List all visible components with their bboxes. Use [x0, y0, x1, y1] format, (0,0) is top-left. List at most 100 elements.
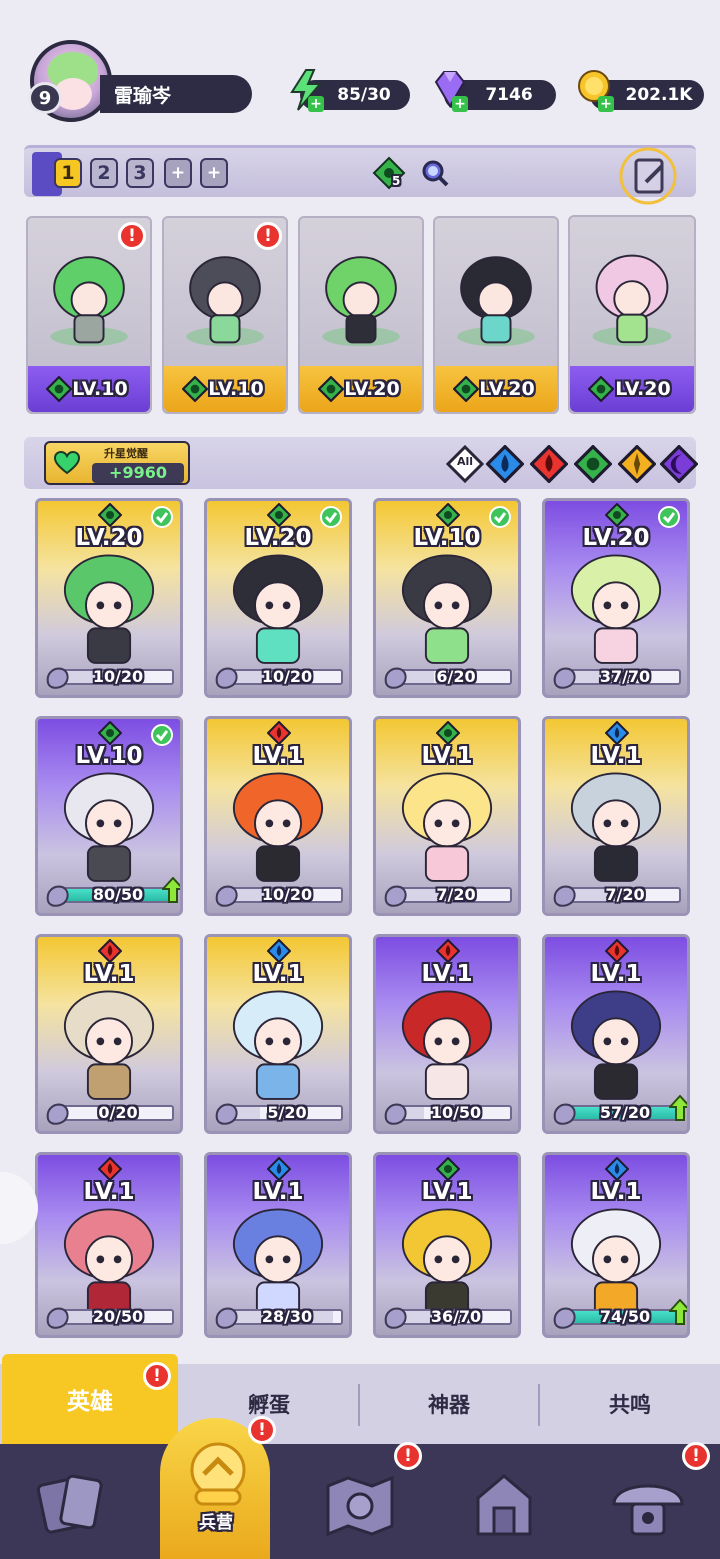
star-awaken-button[interactable]: 升星觉醒 +9960: [44, 441, 190, 485]
energy-value: 85/30: [337, 85, 391, 105]
upgrade-arrow-icon: [669, 1095, 687, 1121]
filter-dark[interactable]: [659, 444, 699, 484]
filter-fire[interactable]: [529, 444, 569, 484]
hero-level: LV.20: [244, 525, 312, 551]
water-element-icon: [604, 1156, 630, 1182]
hero-shard-progress: 28/30: [215, 1305, 345, 1329]
shard-progress-text: 6/20: [436, 667, 476, 686]
shard-progress-text: 10/20: [261, 885, 313, 904]
team-hero-level: LV.10: [72, 378, 128, 400]
nature-element-icon: [573, 444, 613, 484]
energy-counter[interactable]: + 85/30: [290, 69, 410, 112]
gold-value: 202.1K: [625, 85, 693, 105]
hero-card[interactable]: LV.1 57/20: [542, 934, 690, 1134]
filter-nature[interactable]: [573, 444, 613, 484]
shard-progress-text: 74/50: [599, 1307, 651, 1326]
gem-counter[interactable]: + 7146: [434, 71, 556, 112]
formation-book-icon[interactable]: [616, 146, 680, 206]
fire-element-icon: [266, 720, 292, 746]
hero-shard-progress: 7/20: [553, 883, 683, 907]
hero-card[interactable]: LV.20 10/20: [35, 498, 183, 698]
nav-barracks[interactable]: 兵营 !: [144, 1416, 288, 1559]
hero-card[interactable]: LV.1 0/20: [35, 934, 183, 1134]
awaken-label: 升星觉醒: [104, 447, 148, 460]
nav-cards[interactable]: [0, 1444, 144, 1559]
team-hero-card[interactable]: LV.20: [568, 215, 696, 414]
hero-card[interactable]: LV.1 10/20: [204, 716, 352, 916]
team-slot-1[interactable]: 1: [54, 158, 82, 188]
team-slot-add-1[interactable]: +: [164, 158, 192, 188]
hero-level: LV.1: [252, 743, 304, 769]
player-name: 雷瑜岑: [114, 84, 172, 107]
bottom-nav: 兵营 ! ! !: [0, 1416, 720, 1559]
hero-card[interactable]: LV.1 74/50: [542, 1152, 690, 1338]
tab-resonance[interactable]: 共鸣: [540, 1364, 720, 1444]
nature-element-icon: [435, 720, 461, 746]
upgrade-arrow-icon: [669, 1299, 687, 1325]
hero-card[interactable]: LV.20 10/20: [204, 498, 352, 698]
team-slot-3[interactable]: 3: [126, 158, 154, 188]
nav-mushroom[interactable]: !: [576, 1442, 720, 1559]
hero-level: LV.20: [582, 525, 650, 551]
nature-element-icon[interactable]: [372, 156, 406, 190]
nature-element-icon: [181, 375, 209, 403]
shard-progress-text: 0/20: [98, 1103, 138, 1122]
hero-level: LV.20: [75, 525, 143, 551]
filter-light[interactable]: [617, 444, 657, 484]
team-hero-card[interactable]: LV.20: [298, 216, 424, 414]
hero-shard-progress: 20/50: [46, 1305, 176, 1329]
filter-water[interactable]: [485, 444, 525, 484]
team-hero-card[interactable]: LV.10!: [162, 216, 288, 414]
shard-progress-text: 10/20: [261, 667, 313, 686]
team-hero-level: LV.20: [344, 378, 400, 400]
fire-element-icon: [97, 938, 123, 964]
hero-card[interactable]: LV.1 28/30: [204, 1152, 352, 1338]
tab-artifact[interactable]: 神器: [360, 1364, 538, 1444]
hero-shard-progress: 10/20: [215, 883, 345, 907]
energy-plus-icon[interactable]: +: [308, 96, 324, 112]
shard-progress-text: 28/30: [261, 1307, 313, 1326]
helmet-icon: [190, 1442, 246, 1506]
hero-portrait: [322, 256, 400, 347]
hero-card[interactable]: LV.20 37/70: [542, 498, 690, 698]
filter-all-label: All: [456, 455, 474, 468]
fire-element-icon: [435, 938, 461, 964]
hero-card[interactable]: LV.1 20/50: [35, 1152, 183, 1338]
nav-temple[interactable]: [432, 1444, 576, 1559]
team-hero-level-bar: LV.20: [300, 366, 422, 412]
nature-element-icon: [604, 502, 630, 528]
team-slot-2[interactable]: 2: [90, 158, 118, 188]
hero-card[interactable]: LV.10 6/20: [373, 498, 521, 698]
hero-shard-progress: 10/20: [215, 665, 345, 689]
nav-map[interactable]: !: [288, 1442, 432, 1559]
team-hero-card[interactable]: LV.10!: [26, 216, 152, 414]
hero-shard-progress: 10/20: [46, 665, 176, 689]
magnifier-icon[interactable]: [420, 158, 450, 188]
side-chat-bubble[interactable]: [0, 1172, 38, 1244]
nature-element-icon: [97, 502, 123, 528]
nature-element-icon: [452, 375, 480, 403]
hero-level: LV.1: [83, 1179, 135, 1205]
section-tabs: 英雄 ! 孵蛋 神器 共鸣: [0, 1354, 720, 1444]
team-hero-alert: !: [118, 222, 146, 250]
team-hero-card[interactable]: LV.20: [433, 216, 559, 414]
filter-all[interactable]: All: [445, 444, 485, 484]
tab-heroes-alert: !: [143, 1362, 171, 1390]
gem-plus-icon[interactable]: +: [452, 96, 468, 112]
nature-element-icon: [45, 375, 73, 403]
team-slot-add-2[interactable]: +: [200, 158, 228, 188]
hero-card[interactable]: LV.1 7/20: [373, 716, 521, 916]
awaken-value: +9960: [92, 463, 184, 483]
hero-card[interactable]: LV.10 80/50: [35, 716, 183, 916]
hero-card[interactable]: LV.1 5/20: [204, 934, 352, 1134]
hero-card[interactable]: LV.1 7/20: [542, 716, 690, 916]
gold-counter[interactable]: + 202.1K: [578, 70, 704, 112]
hero-level: LV.1: [590, 743, 642, 769]
hero-shard-progress: 6/20: [384, 665, 514, 689]
gold-plus-icon[interactable]: +: [598, 96, 614, 112]
hero-card[interactable]: LV.1 10/50: [373, 934, 521, 1134]
hero-card[interactable]: LV.1 36/70: [373, 1152, 521, 1338]
hero-level: LV.10: [75, 743, 143, 769]
nature-element-icon: [587, 375, 615, 403]
gem-value: 7146: [485, 85, 533, 105]
